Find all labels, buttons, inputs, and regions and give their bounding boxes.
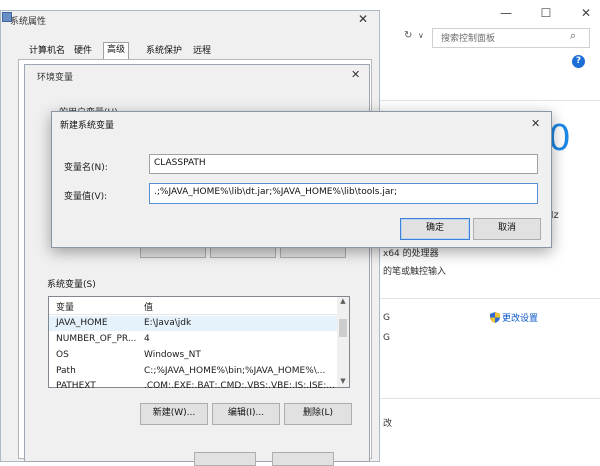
variable-value: C:;%JAVA_HOME%\bin;%JAVA_HOME%\... [144, 366, 326, 376]
tab-system-protection[interactable]: 系统保护 [143, 44, 185, 59]
close-icon[interactable]: ✕ [358, 12, 368, 26]
info-fragment: G [383, 313, 390, 323]
divider [375, 298, 600, 299]
divider [375, 398, 600, 399]
shield-icon [490, 312, 500, 323]
close-icon[interactable]: ✕ [577, 6, 595, 20]
divider [375, 100, 600, 101]
system-properties-title: 系统属性 [10, 17, 47, 27]
chevron-down-icon[interactable]: ∨ [418, 31, 424, 40]
system-variables-label: 系统变量(S) [47, 280, 96, 290]
delete-button[interactable]: 删除(L) [284, 403, 352, 425]
refresh-icon[interactable]: ↻ [404, 30, 412, 41]
help-icon[interactable]: ? [572, 55, 585, 68]
vertical-scrollbar[interactable] [337, 297, 349, 387]
info-fragment: G [383, 333, 390, 343]
variable-name: NUMBER_OF_PR... [56, 334, 137, 344]
table-row[interactable]: PATHEXT .COM;.EXE;.BAT;.CMD;.VBS;.VBE;.J… [49, 379, 337, 388]
maximize-icon[interactable]: ☐ [537, 6, 555, 20]
variable-name: OS [56, 350, 69, 360]
change-settings-link[interactable]: 更改设置 [490, 310, 538, 324]
variable-name: Path [56, 366, 76, 376]
cancel-button[interactable]: 取消 [473, 218, 541, 240]
ok-button[interactable] [194, 452, 256, 466]
tab-hardware[interactable]: 硬件 [71, 44, 95, 59]
close-icon[interactable]: ✕ [351, 68, 360, 81]
column-header-variable[interactable]: 变量 [56, 300, 74, 313]
search-placeholder: 搜索控制面板 [441, 34, 496, 44]
scrollbar-thumb[interactable] [339, 319, 347, 337]
scroll-up-icon[interactable]: ▲ [337, 297, 349, 308]
close-icon[interactable]: ✕ [531, 117, 540, 130]
table-row[interactable]: Path C:;%JAVA_HOME%\bin;%JAVA_HOME%\... [49, 364, 337, 379]
variable-name-label: 变量名(N): [64, 163, 108, 173]
new-button[interactable]: 新建(W)... [140, 403, 208, 425]
column-header-value[interactable]: 值 [144, 300, 153, 313]
tab-computer-name[interactable]: 计算机名 [26, 44, 68, 59]
search-icon[interactable]: ⌕ [570, 29, 576, 43]
dialog-title: 新建系统变量 [60, 121, 115, 131]
minimize-icon[interactable]: — [497, 6, 515, 20]
variable-value: E:\Java\jdk [144, 318, 192, 328]
ok-button[interactable]: 确定 [400, 218, 470, 240]
environment-variables-title: 环境变量 [37, 73, 74, 83]
info-fragment: 改 [383, 419, 393, 429]
edit-button[interactable]: 编辑(I)... [212, 403, 280, 425]
scroll-down-icon[interactable]: ▼ [337, 377, 349, 387]
variable-name-field[interactable]: CLASSPATH [149, 154, 538, 174]
tab-remote[interactable]: 远程 [190, 44, 214, 59]
table-row[interactable]: JAVA_HOME E:\Java\jdk [49, 316, 337, 331]
change-settings-label[interactable]: 更改设置 [502, 314, 538, 324]
cancel-button[interactable] [272, 452, 334, 466]
variable-value: Windows_NT [144, 350, 201, 360]
pen-touch-text: 的笔或触控输入 [383, 267, 447, 277]
list-header [49, 297, 337, 315]
variable-name: JAVA_HOME [56, 318, 108, 328]
variable-value-field[interactable]: .;%JAVA_HOME%\lib\dt.jar;%JAVA_HOME%\lib… [149, 183, 538, 204]
variable-name: PATHEXT [56, 381, 96, 388]
variable-value: 4 [144, 334, 150, 344]
variable-value: .COM;.EXE;.BAT;.CMD;.VBS;.VBE;.JS;.JSE;.… [144, 381, 334, 388]
table-row[interactable]: OS Windows_NT [49, 348, 337, 363]
variable-value-label: 变量值(V): [64, 192, 108, 202]
table-row[interactable]: NUMBER_OF_PR... 4 [49, 332, 337, 347]
